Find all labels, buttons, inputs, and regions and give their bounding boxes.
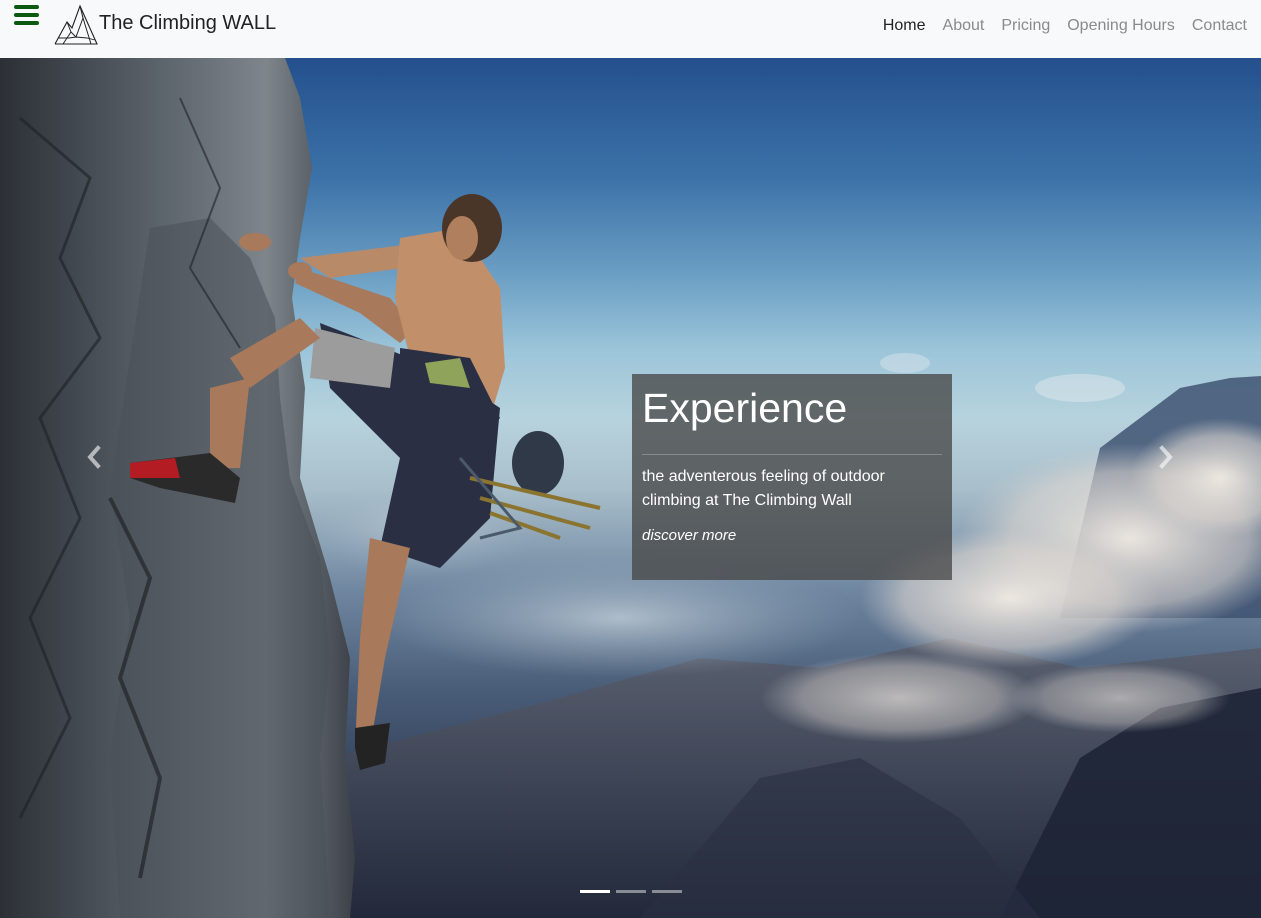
brand-name: The Climbing WALL bbox=[99, 12, 277, 34]
hero-carousel: Experience the adventerous feeling of ou… bbox=[0, 58, 1261, 918]
nav-item-opening-hours: Opening Hours bbox=[1067, 16, 1175, 35]
nav-item-home: Home bbox=[883, 16, 926, 35]
nav-item-about: About bbox=[943, 16, 985, 35]
carousel-indicator[interactable] bbox=[652, 890, 682, 893]
caption-title: Experience bbox=[642, 384, 942, 455]
chevron-left-icon bbox=[87, 445, 101, 469]
carousel-indicator[interactable] bbox=[616, 890, 646, 893]
nav-link-about[interactable]: About bbox=[943, 17, 985, 34]
chevron-right-icon bbox=[1159, 445, 1173, 469]
nav-item-pricing: Pricing bbox=[1001, 16, 1050, 35]
carousel-indicator[interactable] bbox=[580, 890, 610, 893]
nav-item-contact: Contact bbox=[1192, 16, 1247, 35]
discover-more-link[interactable]: discover more bbox=[642, 527, 736, 544]
mountain-logo-icon bbox=[54, 4, 98, 45]
nav-link-home[interactable]: Home bbox=[883, 17, 926, 34]
nav-link-opening-hours[interactable]: Opening Hours bbox=[1067, 17, 1175, 34]
climber-hero-image bbox=[0, 58, 1261, 918]
carousel-prev-button[interactable] bbox=[80, 442, 110, 472]
hamburger-menu-icon[interactable] bbox=[14, 5, 39, 26]
navbar: The Climbing WALL Home About Pricing Ope… bbox=[0, 0, 1261, 58]
carousel-next-button[interactable] bbox=[1150, 442, 1180, 472]
nav-link-contact[interactable]: Contact bbox=[1192, 17, 1247, 34]
nav-link-pricing[interactable]: Pricing bbox=[1001, 17, 1050, 34]
carousel-indicators bbox=[580, 890, 688, 893]
brand-link[interactable]: The Climbing WALL bbox=[53, 4, 276, 46]
carousel-caption: Experience the adventerous feeling of ou… bbox=[632, 374, 952, 580]
main-nav: Home About Pricing Opening Hours Contact bbox=[866, 16, 1247, 35]
caption-text: the adventerous feeling of outdoor climb… bbox=[642, 468, 885, 509]
